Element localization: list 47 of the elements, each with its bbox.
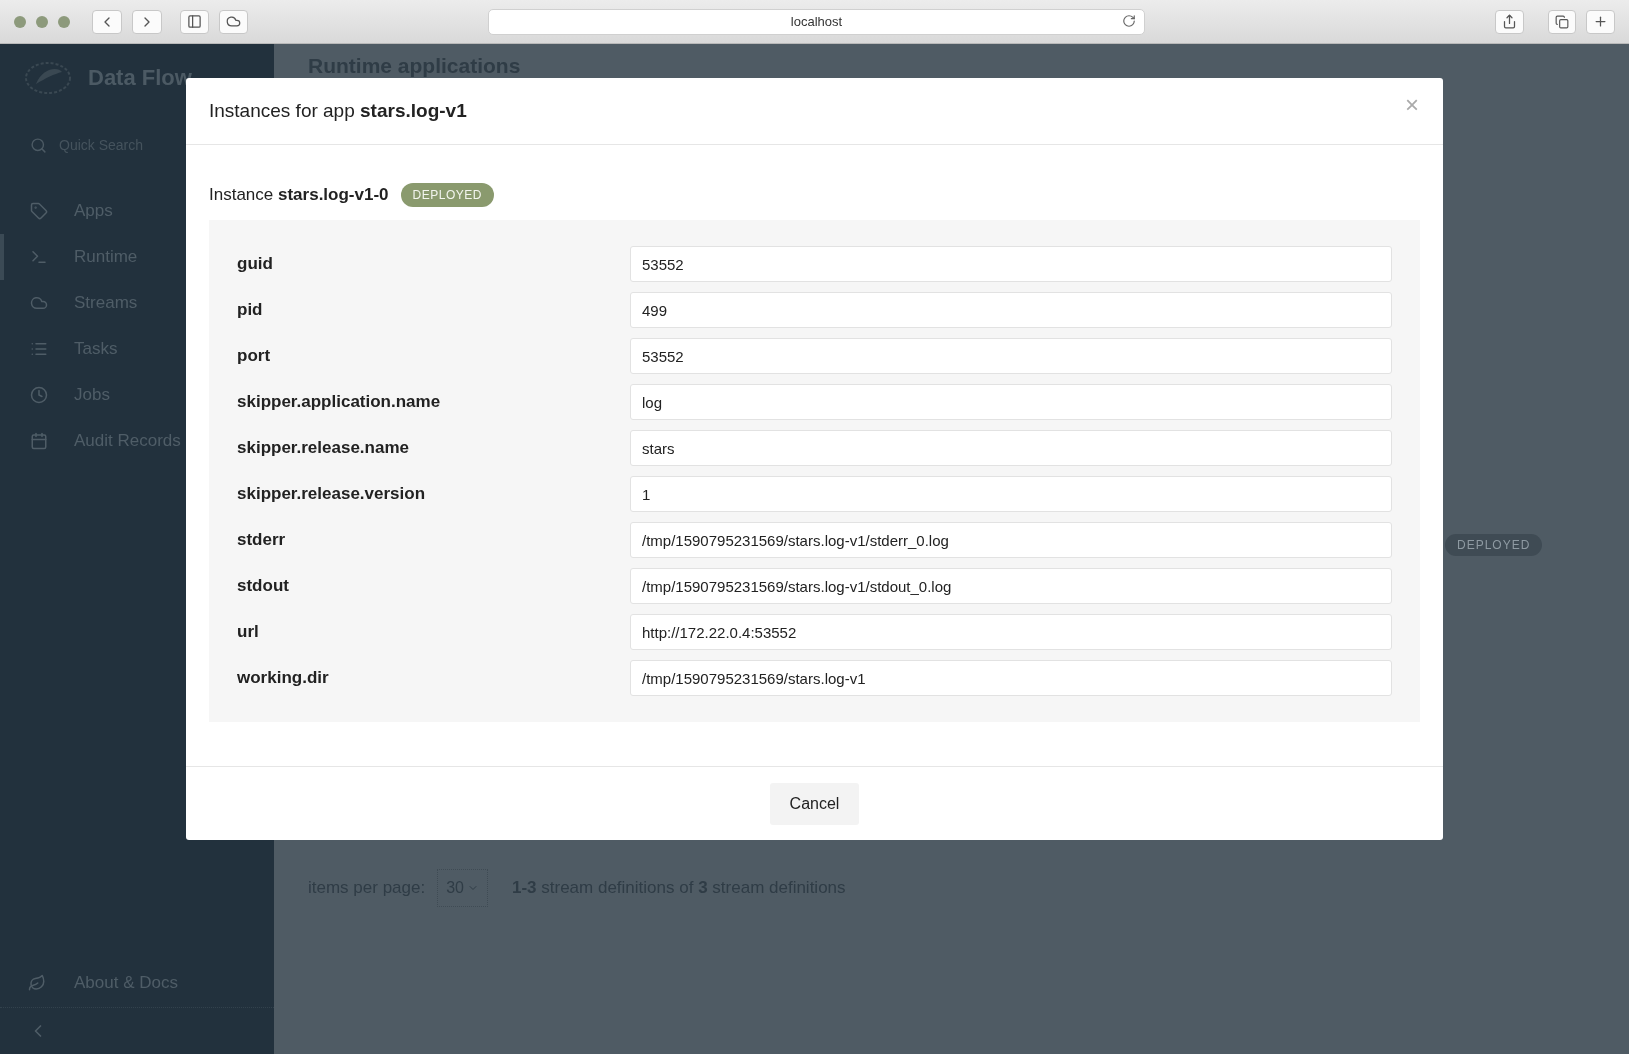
- property-value-field[interactable]: 499: [630, 292, 1392, 328]
- sidebar-toggle-button[interactable]: [180, 9, 209, 34]
- property-value-field[interactable]: 1: [630, 476, 1392, 512]
- nav-icon: [30, 432, 48, 450]
- property-name: working.dir: [237, 668, 330, 688]
- nav-icon: [30, 202, 48, 220]
- tabs-button[interactable]: [1548, 9, 1576, 34]
- dialog-title: Instances for app stars.log-v1: [209, 100, 467, 122]
- tabs-icon: [1555, 14, 1569, 29]
- property-name: stderr: [237, 530, 287, 550]
- property-value-field[interactable]: 53552: [630, 246, 1392, 282]
- status-badge: DEPLOYED: [1445, 534, 1543, 556]
- nav-icon: [30, 294, 48, 312]
- property-name: port: [237, 346, 272, 366]
- search-icon: [30, 136, 47, 154]
- share-button[interactable]: [1495, 9, 1524, 34]
- property-value-field[interactable]: http://172.22.0.4:53552: [630, 614, 1392, 650]
- property-name: url: [237, 622, 260, 642]
- share-icon: [1502, 14, 1517, 29]
- property-value-field[interactable]: stars: [630, 430, 1392, 466]
- property-name: skipper.application.name: [237, 392, 442, 412]
- property-value-field[interactable]: /tmp/1590795231569/stars.log-v1/stderr_0.log: [630, 522, 1392, 558]
- status-badge: DEPLOYED: [400, 183, 494, 207]
- leaf-icon: [28, 974, 46, 992]
- property-value-field[interactable]: log: [630, 384, 1392, 420]
- nav-icon: [30, 386, 48, 404]
- instance-title: Instance stars.log-v1-0: [209, 185, 389, 205]
- url-text: localhost: [790, 14, 843, 29]
- property-value-field[interactable]: /tmp/1590795231569/stars.log-v1: [630, 660, 1392, 696]
- property-name: stdout: [237, 576, 290, 596]
- address-bar[interactable]: localhost: [488, 8, 1145, 35]
- reload-icon[interactable]: [1122, 13, 1136, 28]
- plus-icon: [1593, 14, 1608, 29]
- property-value-field[interactable]: /tmp/1590795231569/stars.log-v1/stdout_0.log: [630, 568, 1392, 604]
- new-tab-button[interactable]: [1586, 9, 1615, 34]
- cancel-button[interactable]: Cancel: [769, 782, 860, 825]
- property-value-field[interactable]: 53552: [630, 338, 1392, 374]
- property-name: guid: [237, 254, 274, 274]
- sidebar-icon: [187, 14, 202, 29]
- cloud-icon: [226, 14, 241, 29]
- property-name: skipper.release.version: [237, 484, 427, 504]
- property-name: skipper.release.name: [237, 438, 410, 458]
- nav-icon: [30, 340, 48, 358]
- cloud-button[interactable]: [219, 9, 248, 34]
- logo-icon: [24, 60, 72, 96]
- property-name: pid: [237, 300, 264, 320]
- nav-icon: [30, 248, 48, 266]
